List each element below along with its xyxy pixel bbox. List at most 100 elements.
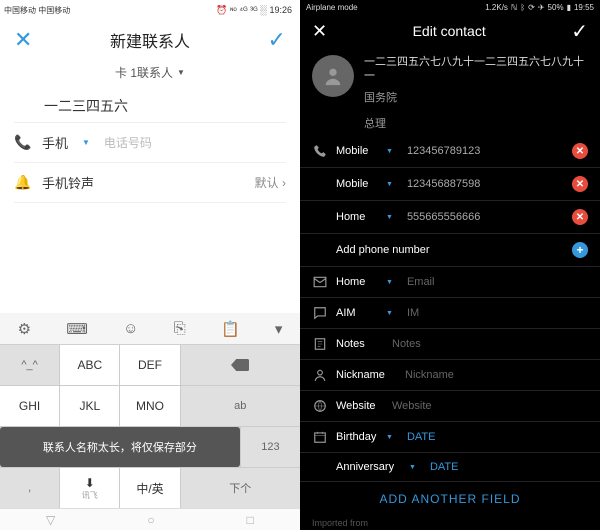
net-speed: 1.2K/s	[485, 3, 508, 12]
right-screen: Airplane mode 1.2K/s ℕ ᛒ ⟳ ✈ 50% ▮ 19:55…	[300, 0, 600, 530]
android-navbar: ▽ ○ □	[0, 508, 300, 530]
email-input[interactable]: Email	[407, 276, 588, 288]
calendar-icon	[312, 430, 328, 444]
phone-type[interactable]: Mobile	[336, 178, 378, 190]
chevron-down-icon[interactable]: ▼	[409, 464, 416, 471]
email-type[interactable]: Home	[336, 276, 378, 288]
add-phone-row[interactable]: Add phone number +	[300, 234, 600, 267]
im-type[interactable]: AIM	[336, 307, 378, 319]
account-label: 卡 1联系人	[115, 64, 173, 81]
status-time: 19:55	[574, 3, 594, 12]
clipboard-icon[interactable]: 📋	[221, 320, 240, 338]
key-abc[interactable]: ABC	[60, 345, 119, 385]
add-icon[interactable]: +	[572, 242, 588, 258]
anniversary-label[interactable]: Anniversary	[336, 461, 401, 473]
key-def[interactable]: DEF	[120, 345, 179, 385]
phone-icon: 📞	[14, 134, 32, 151]
key-lang[interactable]: 中/英	[120, 468, 179, 508]
organization-field[interactable]: 国务院	[364, 89, 588, 105]
delete-icon[interactable]: ✕	[572, 176, 588, 192]
recent-icon[interactable]: □	[247, 513, 254, 527]
carrier-label: 中国移动 中国移动	[4, 6, 70, 15]
phone-row: Mobile ▼ 123456789123 ✕	[300, 135, 600, 168]
notes-input[interactable]: Notes	[392, 338, 588, 350]
phone-input[interactable]: 电话号码	[104, 134, 152, 151]
phone-icon	[312, 144, 328, 158]
back-icon[interactable]: ▽	[46, 513, 55, 527]
bt-icon: ᛒ	[520, 3, 525, 12]
avatar[interactable]	[312, 55, 354, 97]
birthday-label[interactable]: Birthday	[336, 431, 378, 443]
website-row: Website Website	[300, 391, 600, 422]
name-field[interactable]: 一二三四五六七八九十一二三四五六七八九十一	[364, 55, 588, 83]
note-icon	[312, 337, 328, 351]
key-jkl[interactable]: JKL	[60, 386, 119, 426]
chevron-down-icon[interactable]: ▼	[386, 279, 393, 286]
scan-icon[interactable]: ⎘	[174, 320, 186, 337]
close-icon[interactable]: ✕	[312, 21, 327, 42]
key-ab[interactable]: ab	[181, 386, 300, 426]
close-icon[interactable]: ✕	[14, 27, 32, 53]
name-field[interactable]: 一二三四五六	[14, 90, 286, 123]
gear-icon[interactable]: ⚙	[18, 320, 31, 338]
anniversary-value[interactable]: DATE	[430, 461, 588, 473]
title-field[interactable]: 总理	[300, 113, 600, 135]
backspace-key[interactable]	[181, 345, 300, 385]
nfc-icon: ℕ	[511, 3, 517, 12]
key-comma[interactable]: ,	[0, 468, 59, 508]
key-next[interactable]: 下个	[181, 468, 300, 508]
status-bar-left: 中国移动 中国移动 ⏰ ᶰᵒ ⁴ᴳ ³ᴳ ░ 19:26	[0, 0, 300, 20]
confirm-icon[interactable]: ✓	[571, 19, 588, 44]
emoji-icon[interactable]: ☺	[123, 320, 138, 337]
phone-number[interactable]: 555665556666	[407, 211, 564, 223]
battery-icon: ▮	[567, 3, 571, 12]
chat-icon	[312, 306, 328, 320]
status-icons: ⏰ ᶰᵒ ⁴ᴳ ³ᴳ ░	[216, 5, 266, 16]
key-voice[interactable]: ⬇讯飞	[60, 468, 119, 508]
chevron-down-icon[interactable]: ▼	[386, 434, 393, 441]
notes-row: Notes Notes	[300, 329, 600, 360]
im-row: AIM ▼ IM	[300, 298, 600, 329]
chevron-down-icon[interactable]: ▼	[386, 181, 393, 188]
chevron-down-icon[interactable]: ▼	[386, 214, 393, 221]
phone-type-label[interactable]: 手机	[42, 133, 72, 152]
phone-row: 📞 手机 ▼ 电话号码	[14, 123, 286, 163]
notes-label: Notes	[336, 338, 378, 350]
status-time: 19:26	[269, 5, 292, 15]
ringtone-row[interactable]: 🔔 手机铃声 默认 ›	[14, 163, 286, 203]
key-emoji[interactable]: ^_^	[0, 345, 59, 385]
battery-pct: 50%	[548, 3, 564, 12]
delete-icon[interactable]: ✕	[572, 143, 588, 159]
phone-type[interactable]: Mobile	[336, 145, 378, 157]
chevron-down-icon[interactable]: ▼	[386, 310, 393, 317]
confirm-icon[interactable]: ✓	[268, 27, 286, 53]
chevron-down-icon[interactable]: ▼	[82, 138, 90, 147]
im-input[interactable]: IM	[407, 307, 588, 319]
account-selector[interactable]: 卡 1联系人 ▼	[0, 60, 300, 84]
add-field-button[interactable]: ADD ANOTHER FIELD	[300, 482, 600, 516]
birthday-value[interactable]: DATE	[407, 431, 588, 443]
phone-type[interactable]: Home	[336, 211, 378, 223]
nickname-label: Nickname	[336, 369, 391, 381]
key-ghi[interactable]: GHI	[0, 386, 59, 426]
collapse-icon[interactable]: ▾	[275, 320, 283, 338]
toast-message: 联系人名称太长，将仅保存部分	[0, 427, 240, 467]
keyboard-icon[interactable]: ⌨	[66, 320, 88, 338]
nickname-input[interactable]: Nickname	[405, 369, 588, 381]
home-icon[interactable]: ○	[147, 513, 154, 527]
phone-row: Mobile ▼ 123456887598 ✕	[300, 168, 600, 201]
keyboard-toolbar: ⚙ ⌨ ☺ ⎘ 📋 ▾	[0, 313, 300, 345]
left-screen: 中国移动 中国移动 ⏰ ᶰᵒ ⁴ᴳ ³ᴳ ░ 19:26 ✕ 新建联系人 ✓ 卡…	[0, 0, 300, 530]
phone-number[interactable]: 123456887598	[407, 178, 564, 190]
page-title: Edit contact	[413, 23, 486, 39]
anniversary-row: Anniversary ▼ DATE	[300, 453, 600, 482]
ringtone-value: 默认 ›	[255, 174, 286, 191]
phone-number[interactable]: 123456789123	[407, 145, 564, 157]
website-input[interactable]: Website	[392, 400, 588, 412]
chevron-down-icon[interactable]: ▼	[386, 148, 393, 155]
key-mno[interactable]: MNO	[120, 386, 179, 426]
delete-icon[interactable]: ✕	[572, 209, 588, 225]
key-123[interactable]: 123	[241, 427, 300, 467]
birthday-row: Birthday ▼ DATE	[300, 422, 600, 453]
person-icon	[312, 368, 328, 382]
